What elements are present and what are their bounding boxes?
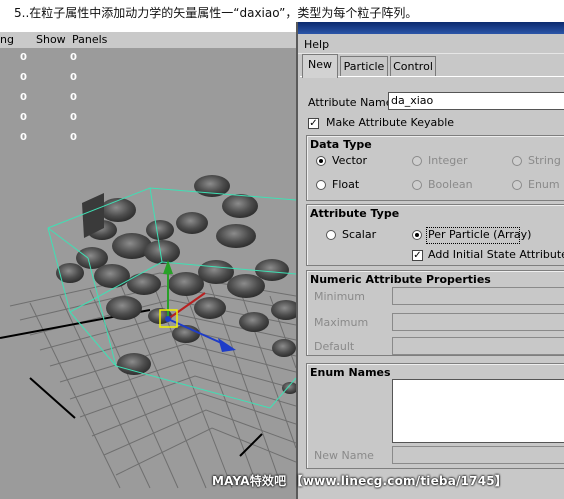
tab-new[interactable]: New: [302, 54, 338, 78]
radio-enum[interactable]: [512, 180, 522, 190]
add-initial-state-checkbox[interactable]: ✓: [412, 250, 423, 261]
attribute-name-input[interactable]: da_xiao: [388, 92, 564, 110]
tab-control[interactable]: Control: [390, 56, 436, 77]
maya-viewport[interactable]: ng Show Panels 0 0 0 0 0 0 0 0 0 0: [0, 32, 296, 499]
step-caption: 5..在粒子属性中添加动力学的矢量属性一“daxiao”，类型为每个粒子阵列。: [14, 6, 418, 20]
viewport-menubar: ng Show Panels: [0, 32, 296, 48]
viewport-menu-shading[interactable]: ng: [0, 33, 14, 46]
radio-scalar[interactable]: [326, 230, 336, 240]
radio-float[interactable]: [316, 180, 326, 190]
new-attribute-panel: Attribute Name da_xiao ✓ Make Attribute …: [300, 76, 564, 497]
radio-string-label: String: [528, 154, 561, 167]
attribute-name-label: Attribute Name: [308, 96, 393, 109]
minimum-field[interactable]: [392, 287, 564, 305]
maximum-label: Maximum: [314, 316, 369, 329]
make-keyable-label: Make Attribute Keyable: [326, 116, 455, 129]
new-name-label: New Name: [314, 449, 374, 462]
ground-grid: [9, 272, 296, 489]
radio-integer[interactable]: [412, 156, 422, 166]
maximum-field[interactable]: [392, 313, 564, 331]
watermark: MAYA特效吧 【www.linecg.com/tieba/1745】: [212, 474, 508, 488]
radio-boolean[interactable]: [412, 180, 422, 190]
radio-boolean-label: Boolean: [428, 178, 473, 191]
origin-axis-line: [29, 377, 76, 419]
radio-vector-label: Vector: [332, 154, 368, 167]
focus-indicator: [426, 227, 520, 244]
viewport-menu-show[interactable]: Show: [36, 33, 66, 46]
add-initial-state-label: Add Initial State Attribute: [428, 248, 564, 261]
radio-scalar-label: Scalar: [342, 228, 377, 241]
radio-float-label: Float: [332, 178, 360, 191]
enum-names-heading: Enum Names: [310, 366, 391, 379]
data-type-heading: Data Type: [310, 138, 372, 151]
dialog-title-bar[interactable]: [298, 22, 564, 34]
radio-per-particle-array[interactable]: [412, 230, 422, 240]
default-label: Default: [314, 340, 355, 353]
radio-integer-label: Integer: [428, 154, 468, 167]
default-field[interactable]: [392, 337, 564, 355]
tab-particle[interactable]: Particle: [340, 56, 388, 77]
attribute-type-heading: Attribute Type: [310, 207, 400, 220]
radio-string[interactable]: [512, 156, 522, 166]
viewport-menu-panels[interactable]: Panels: [72, 33, 107, 46]
minimum-label: Minimum: [314, 290, 365, 303]
dialog-menubar: Help: [298, 35, 564, 54]
enum-names-list[interactable]: [392, 379, 564, 443]
add-attribute-dialog: Help New Particle Control Attribute Name…: [296, 22, 564, 499]
radio-vector[interactable]: [316, 156, 326, 166]
radio-enum-label: Enum: [528, 178, 560, 191]
numeric-properties-heading: Numeric Attribute Properties: [310, 273, 491, 286]
new-name-field[interactable]: [392, 446, 564, 464]
viewport-scene: [0, 175, 296, 489]
make-keyable-checkbox[interactable]: ✓: [308, 118, 319, 129]
menu-help[interactable]: Help: [304, 38, 329, 51]
